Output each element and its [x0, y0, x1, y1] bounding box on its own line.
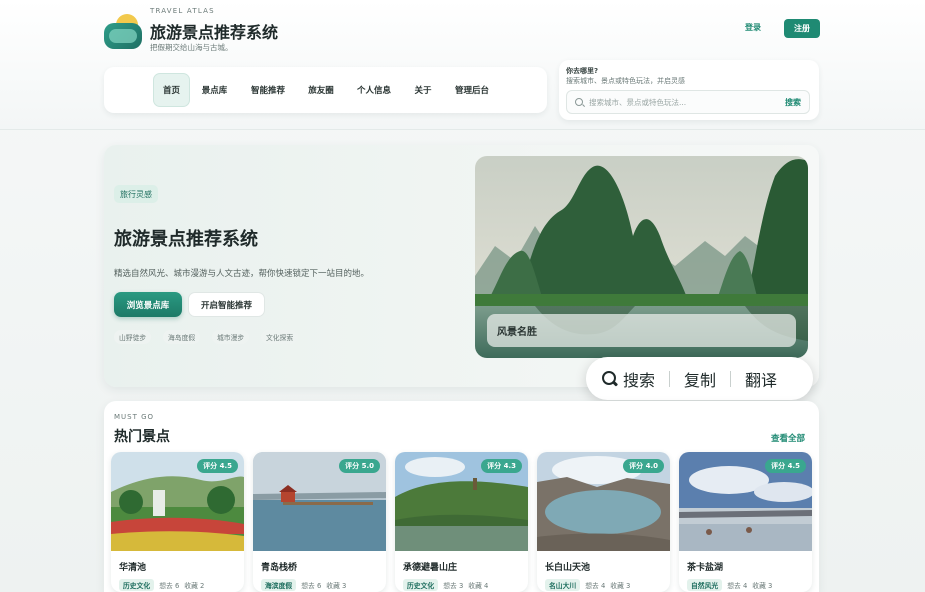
view-all-link[interactable]: 查看全部: [771, 432, 805, 444]
attraction-meta: 历史文化 想去 6 收藏 2: [119, 579, 204, 591]
search-box: 搜索: [566, 90, 810, 114]
section-title: 热门景点: [114, 429, 170, 445]
attraction-name: 茶卡盐湖: [687, 563, 724, 573]
attraction-card[interactable]: 评分 4.0 长白山天池 名山大川 想去 4 收藏 3: [537, 452, 670, 592]
toolbar-search[interactable]: 搜索: [602, 367, 655, 391]
register-button[interactable]: 注册: [784, 19, 820, 38]
chip-hiking[interactable]: 山野徒步: [114, 330, 152, 344]
attraction-meta: 历史文化 想去 3 收藏 4: [403, 579, 488, 591]
attraction-name: 承德避暑山庄: [403, 563, 458, 573]
want-count: 想去 3: [443, 582, 464, 590]
attraction-meta: 自然风光 想去 4 收藏 3: [687, 579, 772, 591]
want-count: 想去 4: [585, 582, 606, 590]
login-link[interactable]: 登录: [745, 22, 761, 33]
toolbar-copy[interactable]: 复制: [684, 367, 716, 391]
attraction-meta: 海滨度假 想去 6 收藏 3: [261, 579, 346, 591]
chip-culture[interactable]: 文化探索: [261, 330, 299, 344]
selection-toolbar: 搜索 复制 翻译: [586, 357, 813, 400]
toolbar-translate[interactable]: 翻译: [745, 367, 777, 391]
start-recommend-button[interactable]: 开启智能推荐: [188, 292, 265, 317]
nav-item-community[interactable]: 旅友圈: [301, 73, 341, 107]
search-icon: [602, 371, 617, 386]
nav-item-recommend[interactable]: 智能推荐: [244, 73, 292, 107]
toolbar-divider: [669, 370, 671, 387]
category-tag: 名山大川: [545, 579, 581, 591]
attraction-meta: 名山大川 想去 4 收藏 3: [545, 579, 630, 591]
nav-item-about[interactable]: 关于: [406, 73, 440, 107]
toolbar-divider: [730, 370, 732, 387]
chip-island[interactable]: 海岛度假: [163, 330, 201, 344]
search-question: 你去哪里?: [566, 67, 599, 75]
want-count: 想去 6: [159, 582, 180, 590]
search-panel: 你去哪里? 搜索城市、景点或特色玩法，并启灵感 搜索: [559, 60, 819, 120]
search-input[interactable]: [589, 93, 769, 111]
favorite-count: 收藏 3: [610, 582, 631, 590]
browse-attractions-button[interactable]: 浏览景点库: [114, 292, 182, 317]
brand-overline: TRAVEL ATLAS: [150, 7, 215, 15]
attraction-name: 华清池: [119, 563, 147, 573]
hero-banner: 旅行灵感 旅游景点推荐系统 精选自然风光、城市漫游与人文古迹，帮你快速锁定下一站…: [104, 145, 819, 387]
nav-item-home[interactable]: 首页: [153, 73, 190, 107]
hero-description: 精选自然风光、城市漫游与人文古迹，帮你快速锁定下一站目的地。: [114, 269, 370, 279]
favorite-count: 收藏 2: [184, 582, 205, 590]
nav-item-profile[interactable]: 个人信息: [350, 73, 398, 107]
section-overline: MUST GO: [114, 413, 155, 421]
search-icon: [575, 98, 583, 106]
nav-item-attractions[interactable]: 景点库: [196, 73, 233, 107]
toolbar-search-label: 搜索: [623, 370, 656, 390]
hero-tag: 旅行灵感: [114, 185, 158, 203]
nav-item-admin[interactable]: 管理后台: [448, 73, 496, 107]
want-count: 想去 6: [301, 582, 322, 590]
attraction-card[interactable]: 评分 4.5 华清池 历史文化 想去 6 收藏 2: [111, 452, 244, 592]
hero-landscape-image[interactable]: 风景名胜: [475, 156, 808, 358]
rating-badge: 评分 4.3: [481, 459, 522, 473]
want-count: 想去 4: [727, 582, 748, 590]
rating-badge: 评分 4.0: [623, 459, 664, 473]
hero-image-caption: 风景名胜: [487, 314, 796, 347]
attraction-name: 青岛栈桥: [261, 563, 298, 573]
rating-badge: 评分 4.5: [765, 459, 806, 473]
chip-city[interactable]: 城市漫步: [212, 330, 250, 344]
attraction-card[interactable]: 评分 5.0 青岛栈桥 海滨度假 想去 6 收藏 3: [253, 452, 386, 592]
attraction-card[interactable]: 评分 4.3 承德避暑山庄 历史文化 想去 3 收藏 4: [395, 452, 528, 592]
favorite-count: 收藏 3: [752, 582, 773, 590]
main-nav: 首页 景点库 智能推荐 旅友圈 个人信息 关于 管理后台: [104, 67, 547, 113]
favorite-count: 收藏 3: [326, 582, 347, 590]
rating-badge: 评分 5.0: [339, 459, 380, 473]
hero-title: 旅游景点推荐系统: [114, 229, 258, 250]
category-tag: 海滨度假: [261, 579, 297, 591]
category-tag: 历史文化: [119, 579, 155, 591]
popular-attractions-section: MUST GO 热门景点 查看全部 评分 4.5 华清池 历史文化 想去 6 收…: [104, 401, 819, 592]
brand-tagline: 把假期交给山海与古城。: [150, 43, 233, 52]
attraction-name: 长白山天池: [545, 563, 591, 573]
brand-title[interactable]: 旅游景点推荐系统: [150, 19, 278, 43]
category-tag: 自然风光: [687, 579, 723, 591]
search-button[interactable]: 搜索: [785, 97, 801, 108]
category-tag: 历史文化: [403, 579, 439, 591]
search-hint: 搜索城市、景点或特色玩法，并启灵感: [566, 77, 685, 85]
rating-badge: 评分 4.5: [197, 459, 238, 473]
logo-icon[interactable]: [104, 14, 142, 50]
favorite-count: 收藏 4: [468, 582, 489, 590]
attraction-card[interactable]: 评分 4.5 茶卡盐湖 自然风光 想去 4 收藏 3: [679, 452, 812, 592]
